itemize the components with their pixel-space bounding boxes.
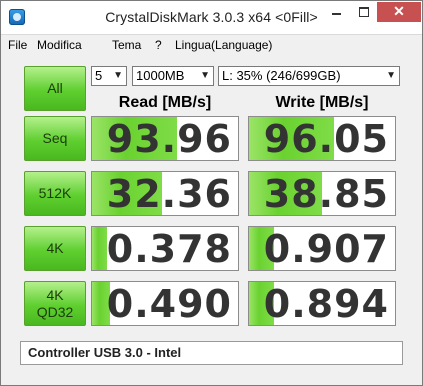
512k-button[interactable]: 512K: [24, 171, 86, 216]
comment-field[interactable]: Controller USB 3.0 - Intel: [20, 341, 403, 365]
drive-select[interactable]: L: 35% (246/699GB) ▼: [218, 66, 400, 86]
benchmark-panel: All 5 ▼ 1000MB ▼ L: 35% (246/699GB) ▼ Re…: [18, 58, 407, 371]
512k-write-value: 38.85: [263, 172, 389, 216]
row-label: 4K: [46, 286, 64, 303]
row-sublabel: QD32: [36, 303, 74, 320]
4k-button[interactable]: 4K: [24, 226, 86, 271]
chevron-down-icon: ▼: [113, 70, 123, 81]
4k-write-result: 0.907: [248, 226, 396, 271]
row-label: 512K: [38, 185, 72, 201]
row-label: Seq: [42, 130, 68, 146]
4k-qd32-write-result: 0.894: [248, 281, 396, 326]
4k-write-value: 0.907: [263, 227, 389, 271]
4k-read-value: 0.378: [106, 227, 232, 271]
size-select[interactable]: 1000MB ▼: [132, 66, 214, 86]
menu-modifica[interactable]: Modifica: [37, 38, 82, 52]
512k-read-result: 32.36: [91, 171, 239, 216]
app-window: CrystalDiskMark 3.0.3 x64 <0Fill> ✕ File…: [0, 0, 423, 386]
menu-bar: File Modifica Tema ? Lingua(Language): [1, 35, 422, 55]
menu-file[interactable]: File: [8, 38, 27, 52]
chevron-down-icon: ▼: [386, 70, 396, 81]
4k-qd32-button[interactable]: 4K QD32: [24, 281, 86, 326]
4k-read-bar: [92, 227, 107, 270]
4k-qd32-read-result: 0.490: [91, 281, 239, 326]
read-column-header: Read [MB/s]: [118, 94, 212, 111]
menu-language[interactable]: Lingua(Language): [175, 38, 272, 52]
runs-select[interactable]: 5 ▼: [91, 66, 127, 86]
seq-button[interactable]: Seq: [24, 116, 86, 161]
all-button[interactable]: All: [24, 66, 86, 111]
write-column-header: Write [MB/s]: [275, 94, 369, 111]
512k-read-value: 32.36: [106, 172, 232, 216]
minimize-icon: [332, 13, 341, 15]
row-label: 4K: [46, 240, 64, 256]
4k-qd32-write-value: 0.894: [263, 282, 389, 326]
seq-read-result: 93.96: [91, 116, 239, 161]
title-bar[interactable]: CrystalDiskMark 3.0.3 x64 <0Fill> ✕: [1, 1, 422, 35]
chevron-down-icon: ▼: [200, 70, 210, 81]
seq-write-value: 96.05: [263, 117, 389, 161]
minimize-button[interactable]: [323, 2, 350, 22]
4k-read-result: 0.378: [91, 226, 239, 271]
512k-write-result: 38.85: [248, 171, 396, 216]
menu-tema[interactable]: Tema: [112, 38, 141, 52]
4k-qd32-read-value: 0.490: [106, 282, 232, 326]
maximize-icon: [358, 7, 369, 17]
seq-read-value: 93.96: [106, 117, 232, 161]
menu-help[interactable]: ?: [155, 38, 162, 52]
close-icon: ✕: [393, 3, 405, 19]
runs-value: 5: [95, 68, 103, 83]
drive-value: L: 35% (246/699GB): [222, 68, 341, 83]
all-button-label: All: [47, 80, 63, 96]
size-value: 1000MB: [136, 68, 185, 83]
maximize-button[interactable]: [350, 2, 377, 22]
seq-write-result: 96.05: [248, 116, 396, 161]
close-button[interactable]: ✕: [377, 2, 421, 22]
